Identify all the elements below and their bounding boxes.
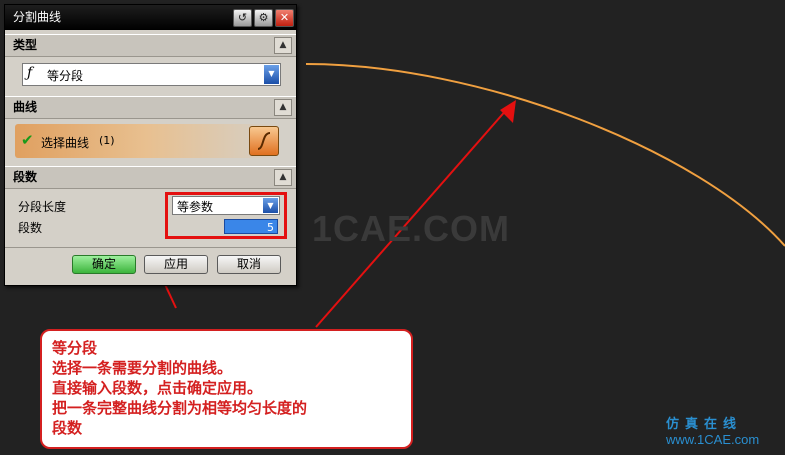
split-curve-dialog: 分割曲线 ↺ ⚙ ✕ 类型 ▲ ƒ 等分段 ▼ 曲线 ▲ ✔ 选择曲线 (1) … — [4, 4, 297, 286]
annotation-line: 等分段 — [52, 339, 98, 357]
dialog-titlebar[interactable]: 分割曲线 ↺ ⚙ ✕ — [5, 5, 296, 30]
annotation-callout: 等分段 选择一条需要分割的曲线。 直接输入段数，点击确定应用。 把一条完整曲线分… — [40, 329, 413, 449]
highlight-box — [165, 192, 287, 239]
select-curve-count: (1) — [99, 134, 115, 147]
curve-icon[interactable] — [249, 126, 279, 156]
collapse-icon[interactable]: ▲ — [274, 169, 292, 186]
watermark: 1CAE.COM — [312, 208, 511, 249]
annotation-line: 直接输入段数，点击确定应用。 — [52, 379, 263, 397]
section-type-header[interactable]: 类型 ▲ — [5, 34, 296, 57]
segment-length-label: 分段长度 — [18, 200, 67, 214]
select-curve-label: 选择曲线 — [41, 136, 90, 150]
gear-icon[interactable]: ⚙ — [254, 9, 273, 27]
collapse-icon[interactable]: ▲ — [274, 99, 292, 116]
ok-button[interactable]: 确定 — [72, 255, 136, 274]
section-segments-header[interactable]: 段数 ▲ — [5, 166, 296, 189]
segment-count-label: 段数 — [18, 221, 43, 235]
reset-icon[interactable]: ↺ — [233, 9, 252, 27]
dialog-title: 分割曲线 — [13, 10, 62, 24]
site-logo: 仿真在线 www.1CAE.com — [666, 413, 781, 453]
close-icon[interactable]: ✕ — [275, 9, 294, 27]
curve-segment-icon: ƒ — [27, 65, 33, 81]
cancel-button[interactable]: 取消 — [217, 255, 281, 274]
annotation-line: 把一条完整曲线分割为相等均匀长度的 — [52, 399, 308, 417]
logo-text-en: www.1CAE.com — [666, 432, 760, 447]
section-type-title: 类型 — [13, 38, 38, 52]
apply-button[interactable]: 应用 — [144, 255, 208, 274]
logo-text-cn: 仿真在线 — [666, 416, 743, 431]
chevron-down-icon[interactable]: ▼ — [264, 65, 279, 84]
divider — [5, 247, 296, 248]
type-select[interactable]: ƒ 等分段 ▼ — [22, 63, 281, 86]
section-segments-title: 段数 — [13, 170, 38, 184]
section-curve-header[interactable]: 曲线 ▲ — [5, 96, 296, 119]
annotation-line: 选择一条需要分割的曲线。 — [52, 359, 233, 377]
collapse-icon[interactable]: ▲ — [274, 37, 292, 54]
section-curve-title: 曲线 — [13, 100, 38, 114]
select-curve-row[interactable]: ✔ 选择曲线 (1) — [15, 124, 279, 158]
checkmark-icon: ✔ — [21, 131, 34, 149]
type-select-value: 等分段 — [47, 69, 84, 83]
annotation-line: 段数 — [52, 419, 83, 437]
